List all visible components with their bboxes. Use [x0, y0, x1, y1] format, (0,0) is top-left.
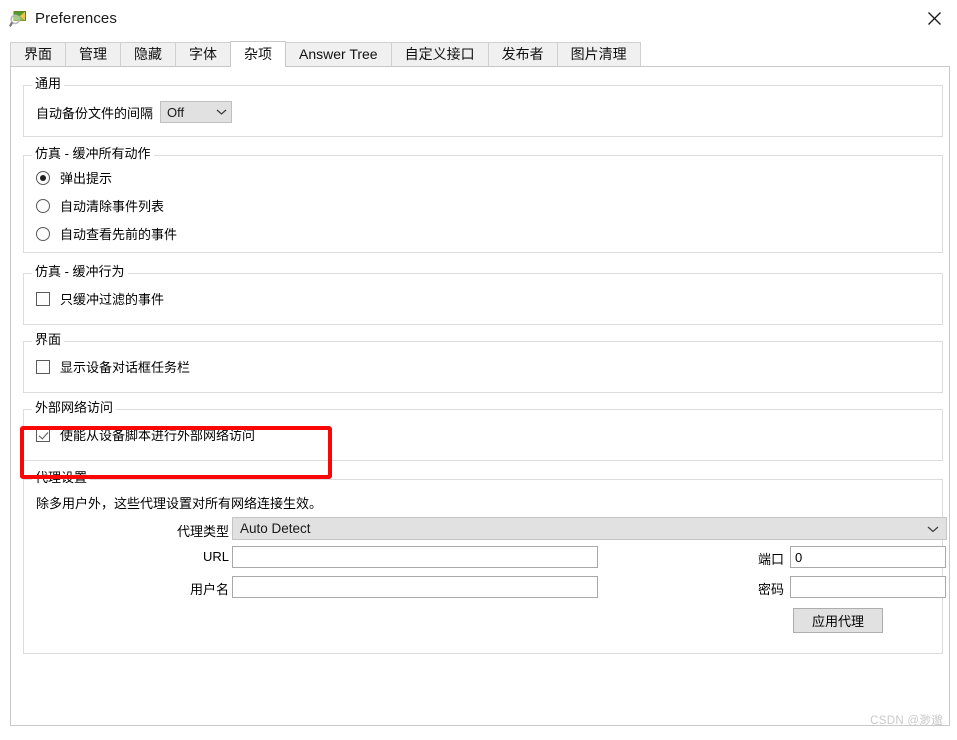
group-proxy-settings-legend: 代理设置: [32, 471, 91, 485]
proxy-username-input[interactable]: [232, 576, 598, 598]
checkbox-enable-external-network-access-label: 使能从设备脚本进行外部网络访问: [60, 428, 256, 443]
radio-indicator: [36, 198, 50, 213]
chevron-down-icon: [927, 525, 939, 533]
proxy-url-label: URL: [202, 549, 229, 564]
checkbox-indicator: [36, 359, 50, 374]
group-general: 通用 自动备份文件的间隔 Off: [23, 77, 943, 137]
proxy-port-label: 端口: [757, 552, 784, 567]
radio-auto-clear-event-list[interactable]: 自动清除事件列表: [36, 196, 164, 215]
tab-bar: 界面 管理 隐藏 字体 杂项 Answer Tree 自定义接口 发布者 图片清…: [10, 41, 957, 67]
group-sim-buffer-all-legend: 仿真 - 缓冲所有动作: [32, 147, 154, 161]
radio-auto-view-previous-event-label: 自动查看先前的事件: [60, 227, 178, 242]
radio-indicator: [36, 170, 50, 185]
tab-ziti[interactable]: 字体: [175, 42, 231, 66]
watermark: CSDN @渺邈: [870, 715, 943, 727]
group-interface-legend: 界面: [32, 333, 65, 347]
group-sim-buffer-all: 仿真 - 缓冲所有动作 弹出提示 自动清除事件列表 自动查看先前的事件: [23, 147, 943, 253]
tab-publisher[interactable]: 发布者: [487, 42, 558, 66]
proxy-type-value: Auto Detect: [240, 521, 311, 536]
radio-popup-prompt[interactable]: 弹出提示: [36, 168, 112, 187]
radio-auto-clear-event-list-label: 自动清除事件列表: [60, 199, 165, 214]
checkbox-indicator: [36, 427, 50, 442]
tab-custom-api[interactable]: 自定义接口: [390, 42, 489, 66]
tab-image-clean[interactable]: 图片清理: [556, 42, 641, 66]
window-title: Preferences: [35, 10, 117, 27]
backup-interval-select[interactable]: Off: [160, 101, 233, 123]
group-external-network: 外部网络访问 使能从设备脚本进行外部网络访问: [23, 401, 943, 461]
tab-page-zaxiang: 通用 自动备份文件的间隔 Off 仿真 - 缓冲所有动作 弹出提示 自动清除事件…: [10, 66, 950, 726]
proxy-port-input[interactable]: 0: [790, 546, 946, 568]
group-general-legend: 通用: [32, 77, 65, 91]
group-interface: 界面 显示设备对话框任务栏: [23, 333, 943, 393]
group-sim-buffer-behavior-legend: 仿真 - 缓冲行为: [32, 265, 128, 279]
checkbox-enable-external-network-access[interactable]: 使能从设备脚本进行外部网络访问: [36, 425, 255, 444]
checkbox-buffer-filtered-only[interactable]: 只缓冲过滤的事件: [36, 289, 164, 308]
proxy-port-value: 0: [795, 549, 803, 565]
group-sim-buffer-behavior: 仿真 - 缓冲行为 只缓冲过滤的事件: [23, 265, 943, 325]
radio-popup-prompt-label: 弹出提示: [60, 171, 113, 186]
tab-zaxiang[interactable]: 杂项: [230, 41, 286, 67]
proxy-username-label: 用户名: [189, 582, 229, 597]
proxy-description: 除多用户外，这些代理设置对所有网络连接生效。: [36, 496, 323, 511]
backup-interval-label: 自动备份文件的间隔: [36, 105, 154, 121]
proxy-password-input[interactable]: [790, 576, 946, 598]
checkbox-show-device-dialog-taskbar[interactable]: 显示设备对话框任务栏: [36, 357, 190, 376]
tab-answer-tree[interactable]: Answer Tree: [285, 42, 392, 66]
tab-yincang[interactable]: 隐藏: [120, 42, 176, 66]
checkbox-indicator: [36, 291, 50, 306]
group-external-network-legend: 外部网络访问: [32, 401, 117, 415]
close-icon[interactable]: [911, 0, 957, 37]
tab-jiemian[interactable]: 界面: [10, 42, 66, 66]
window-titlebar: Preferences: [0, 0, 957, 37]
proxy-type-label: 代理类型: [176, 524, 229, 539]
group-proxy-settings: 代理设置 除多用户外，这些代理设置对所有网络连接生效。 代理类型 Auto De…: [23, 471, 947, 654]
apply-proxy-button[interactable]: 应用代理: [793, 608, 883, 633]
radio-auto-view-previous-event[interactable]: 自动查看先前的事件: [36, 224, 177, 243]
tab-guanli[interactable]: 管理: [65, 42, 121, 66]
app-icon: [8, 10, 27, 28]
checkbox-buffer-filtered-only-label: 只缓冲过滤的事件: [60, 292, 165, 307]
radio-indicator: [36, 226, 50, 241]
proxy-password-label: 密码: [757, 582, 784, 597]
backup-interval-value: Off: [167, 104, 185, 120]
checkbox-show-device-dialog-taskbar-label: 显示设备对话框任务栏: [60, 360, 191, 375]
proxy-type-select[interactable]: Auto Detect: [232, 517, 947, 540]
proxy-url-input[interactable]: [232, 546, 598, 568]
chevron-down-icon: [216, 108, 227, 116]
